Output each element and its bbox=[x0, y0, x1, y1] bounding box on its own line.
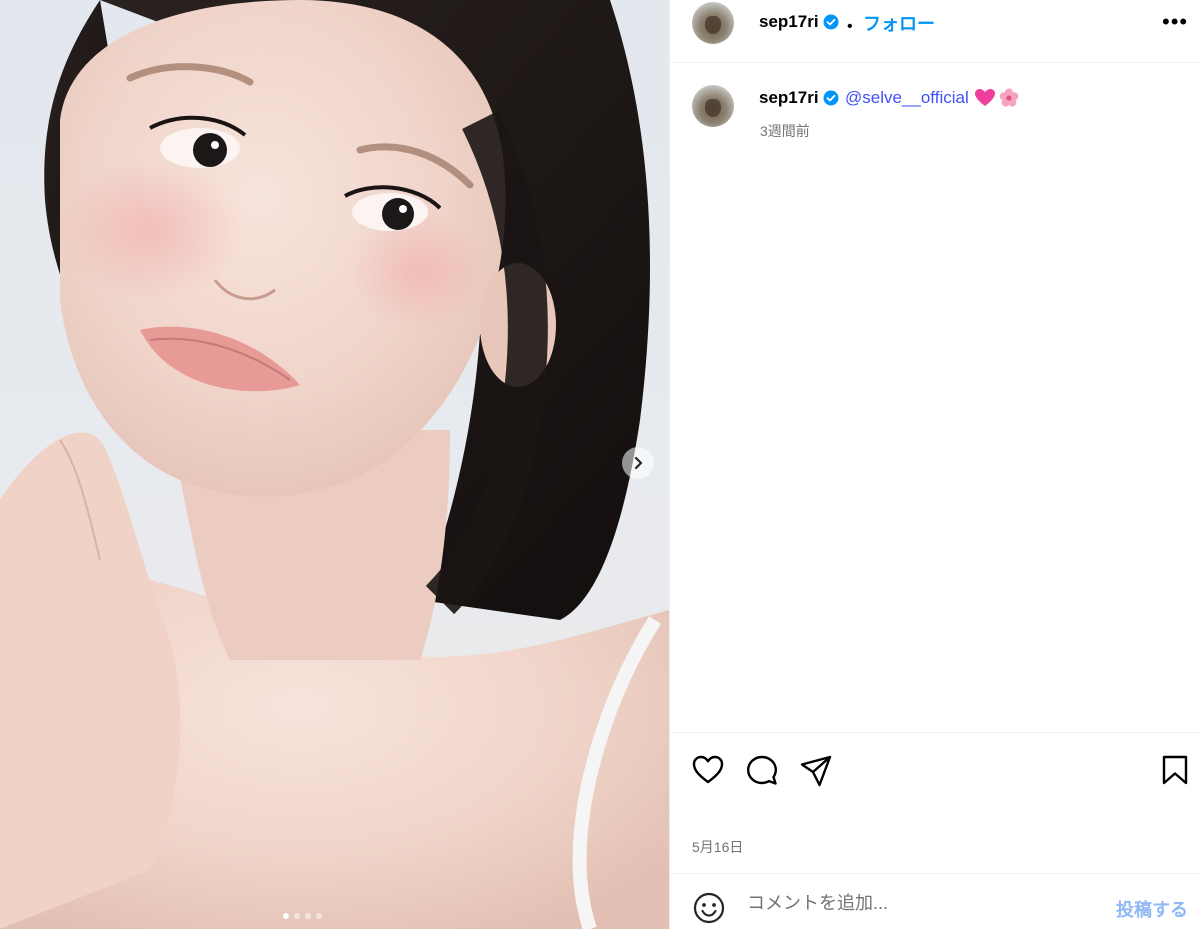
header-username[interactable]: sep17ri bbox=[759, 12, 819, 32]
carousel-dot bbox=[316, 913, 322, 919]
post-header: sep17ri • フォロー ••• bbox=[670, 0, 1200, 63]
post-side-panel: sep17ri • フォロー ••• sep17ri @selve__offic… bbox=[669, 0, 1200, 929]
carousel-dot bbox=[305, 913, 311, 919]
carousel-dot-active bbox=[283, 913, 289, 919]
caption-avatar[interactable] bbox=[692, 85, 734, 127]
pink-heart-emoji bbox=[975, 89, 995, 106]
post-comment-button[interactable]: 投稿する bbox=[1116, 896, 1188, 922]
mention-link[interactable]: @selve__official bbox=[845, 88, 969, 108]
comment-bar: 投稿する bbox=[670, 873, 1200, 930]
more-options-icon[interactable]: ••• bbox=[1162, 11, 1188, 33]
post-media[interactable] bbox=[0, 0, 669, 929]
bookmark-icon[interactable] bbox=[1162, 755, 1188, 785]
verified-badge-icon bbox=[823, 14, 839, 30]
avatar[interactable] bbox=[692, 2, 734, 44]
emoji-picker-icon[interactable] bbox=[693, 892, 725, 924]
carousel-next-button[interactable] bbox=[622, 447, 654, 479]
share-icon[interactable] bbox=[800, 755, 832, 787]
post-actions bbox=[670, 732, 1200, 813]
comment-input[interactable] bbox=[747, 888, 1077, 918]
comment-icon[interactable] bbox=[746, 755, 778, 787]
verified-badge-icon bbox=[823, 90, 839, 106]
carousel-indicator bbox=[283, 913, 322, 919]
portrait-photo bbox=[0, 0, 669, 929]
separator-dot: • bbox=[847, 18, 853, 35]
chevron-right-icon bbox=[634, 456, 643, 470]
cherry-blossom-emoji bbox=[999, 88, 1019, 107]
post-time-ago: 3週間前 bbox=[760, 123, 810, 139]
caption-username[interactable]: sep17ri bbox=[759, 88, 819, 108]
follow-button[interactable]: フォロー bbox=[863, 10, 935, 36]
carousel-dot bbox=[294, 913, 300, 919]
post-date: 5月16日 bbox=[692, 839, 744, 855]
heart-icon[interactable] bbox=[692, 755, 724, 785]
